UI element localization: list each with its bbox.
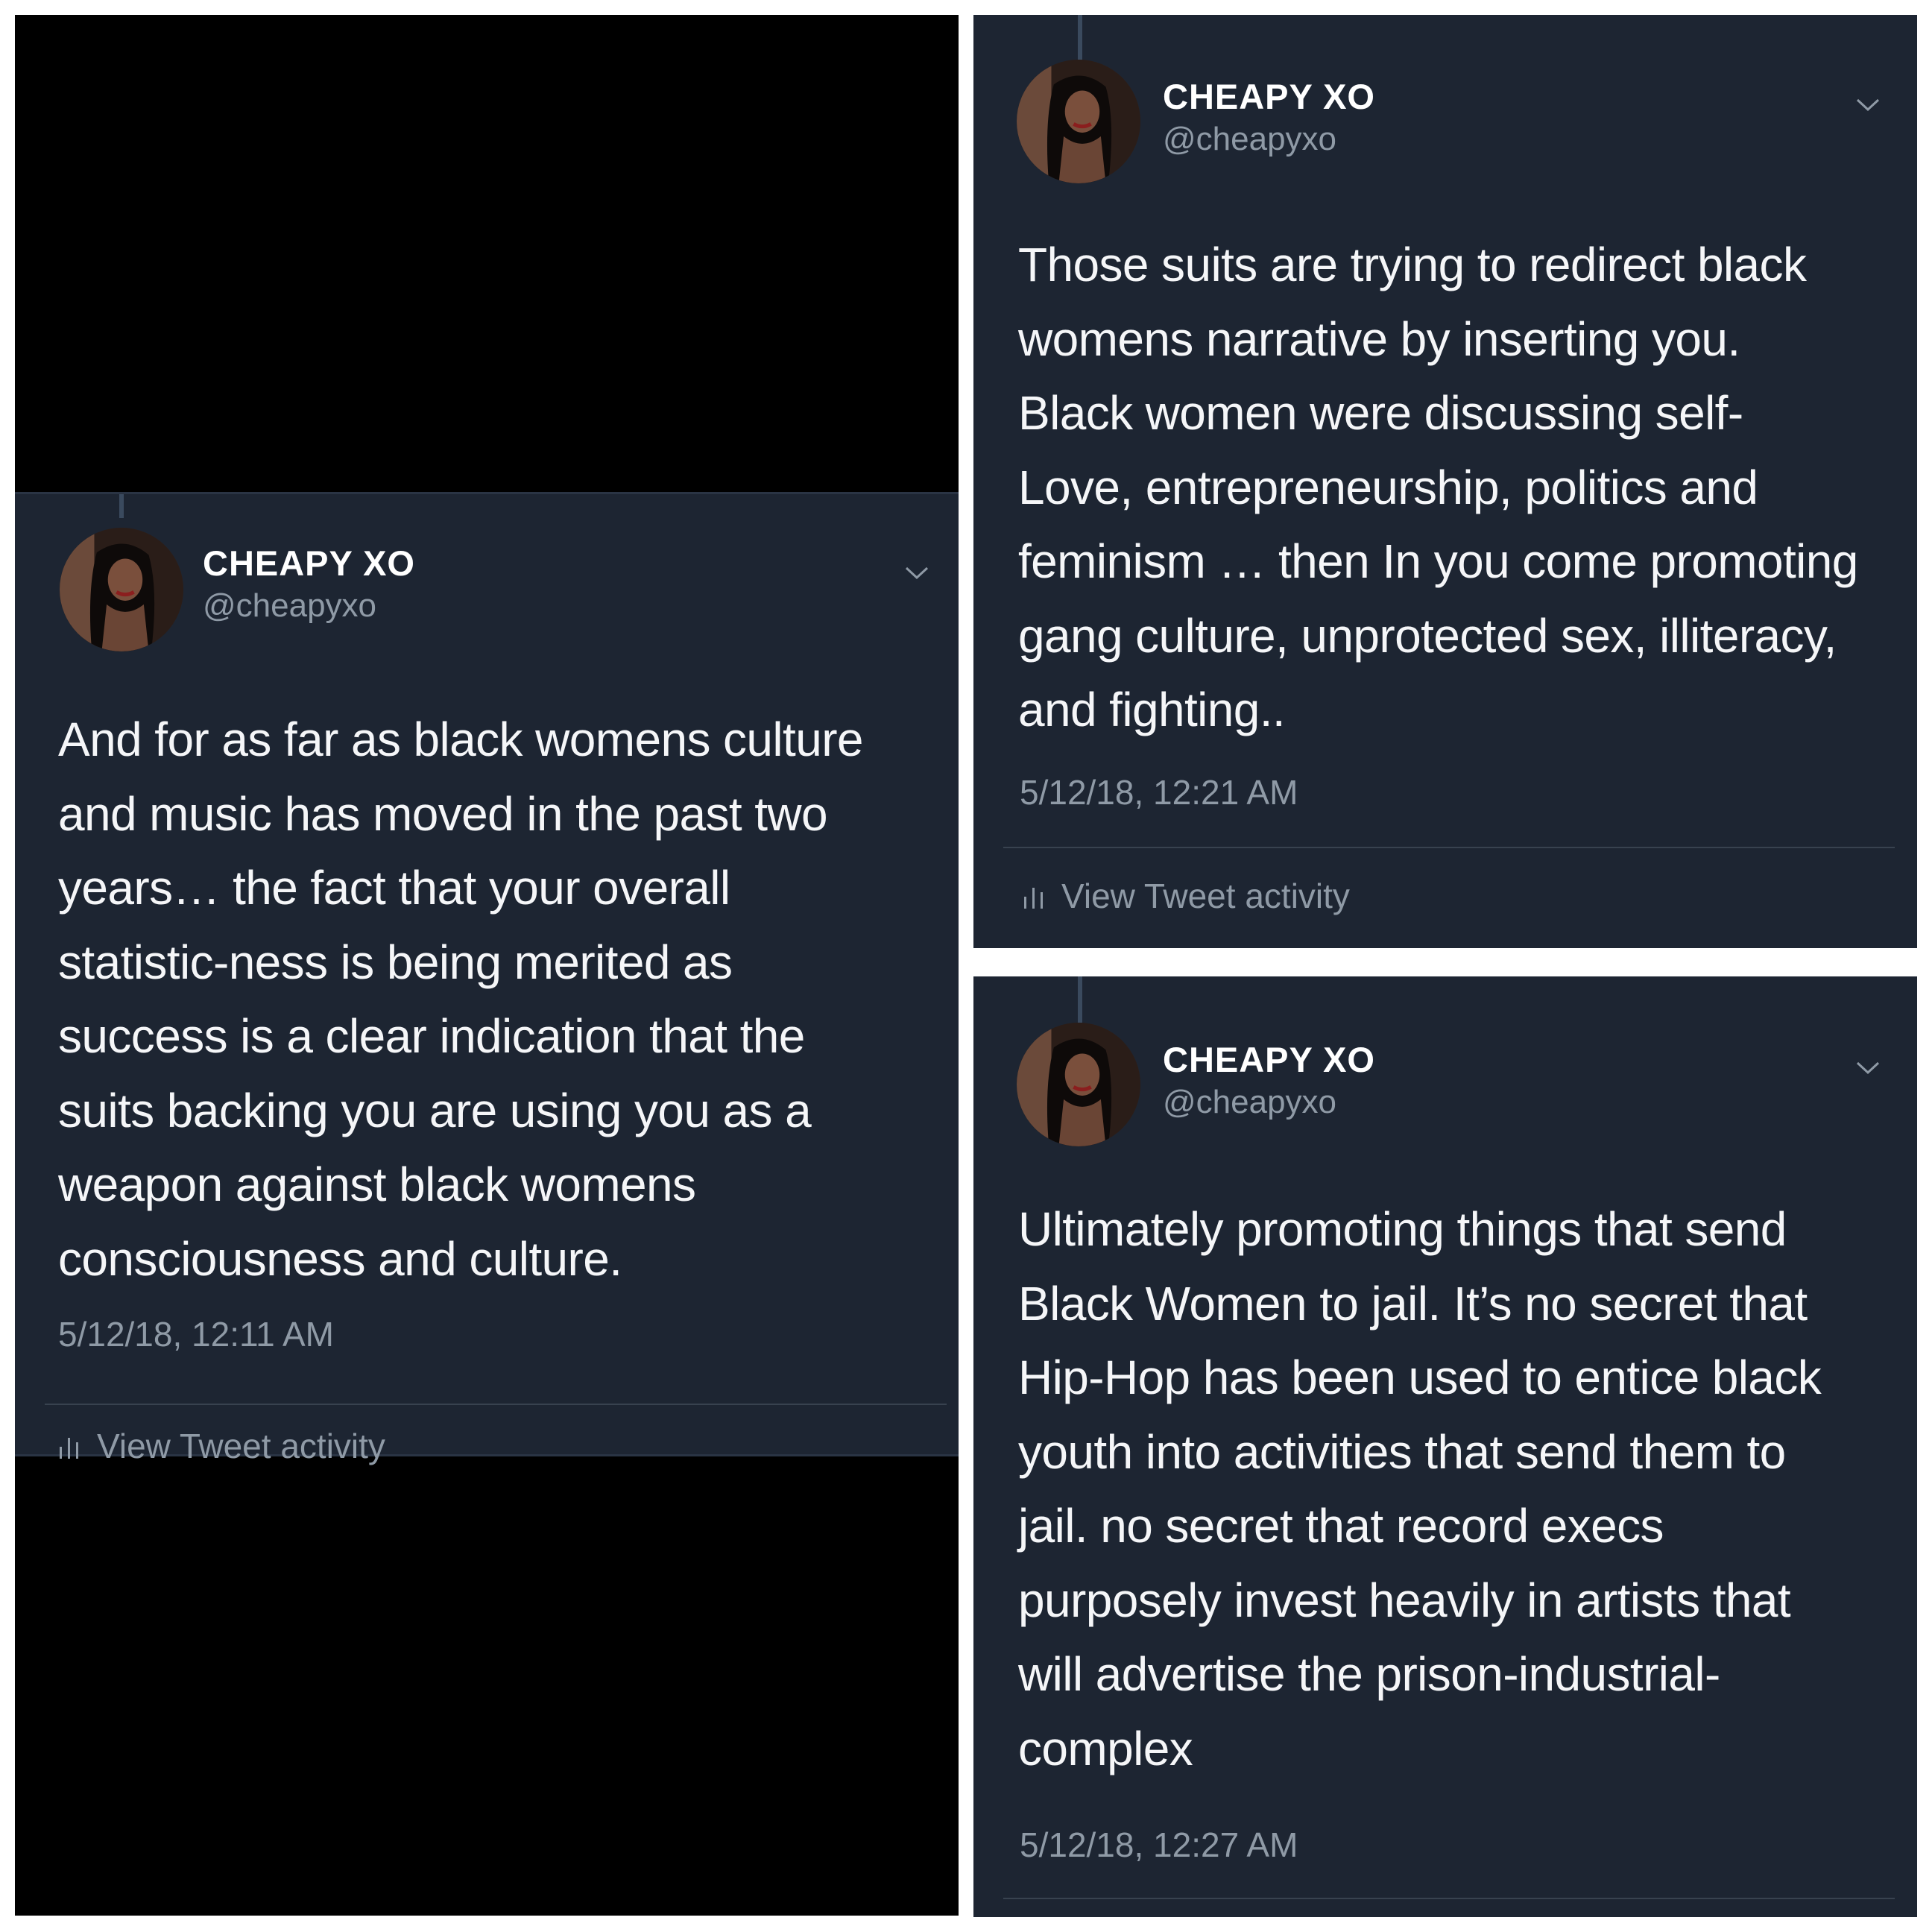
avatar-image: [1017, 1023, 1140, 1146]
thread-connector: [119, 494, 124, 518]
view-tweet-activity-link[interactable]: View Tweet activity: [1023, 876, 1350, 916]
activity-label: View Tweet activity: [97, 1427, 385, 1465]
avatar[interactable]: [1017, 1023, 1140, 1146]
chevron-down-icon[interactable]: [1853, 1052, 1883, 1082]
display-name[interactable]: CHEAPY XO: [203, 543, 415, 584]
bar-chart-icon: [60, 1438, 78, 1459]
chevron-down-icon[interactable]: [1853, 89, 1883, 119]
tweet-timestamp[interactable]: 5/12/18, 12:11 AM: [58, 1314, 334, 1354]
user-handle[interactable]: @cheapyxo: [203, 587, 376, 625]
tweet-timestamp[interactable]: 5/12/18, 12:27 AM: [1020, 1825, 1298, 1865]
display-name[interactable]: CHEAPY XO: [1163, 76, 1375, 117]
avatar-image: [1017, 60, 1140, 183]
view-tweet-activity-link[interactable]: View Tweet activity: [58, 1426, 385, 1466]
avatar[interactable]: [1017, 60, 1140, 183]
tweet-text: Those suits are trying to redirect black…: [1018, 238, 1858, 736]
thread-connector: [1078, 976, 1082, 1029]
tweet-card[interactable]: CHEAPY XO @cheapyxo And for as far as bl…: [15, 492, 959, 1465]
chevron-down-icon[interactable]: [902, 558, 932, 587]
divider: [1003, 1898, 1895, 1899]
bottom-right-screenshot-panel: CHEAPY XO @cheapyxo Ultimately promoting…: [973, 976, 1917, 1917]
tweet-card[interactable]: CHEAPY XO @cheapyxo Those suits are tryi…: [973, 15, 1917, 948]
avatar-image: [60, 528, 183, 651]
user-handle[interactable]: @cheapyxo: [1163, 121, 1336, 158]
user-handle[interactable]: @cheapyxo: [1163, 1084, 1336, 1121]
divider: [45, 1404, 947, 1405]
display-name[interactable]: CHEAPY XO: [1163, 1039, 1375, 1080]
left-screenshot-panel: CHEAPY XO @cheapyxo And for as far as bl…: [15, 15, 959, 1916]
top-right-screenshot-panel: CHEAPY XO @cheapyxo Those suits are tryi…: [973, 15, 1917, 948]
activity-label: View Tweet activity: [1061, 877, 1350, 915]
tweet-timestamp[interactable]: 5/12/18, 12:21 AM: [1020, 772, 1298, 812]
tweet-card[interactable]: CHEAPY XO @cheapyxo Ultimately promoting…: [973, 976, 1917, 1917]
tweet-text: Ultimately promoting things that send Bl…: [1018, 1202, 1822, 1775]
bar-chart-icon: [1024, 888, 1043, 909]
avatar[interactable]: [60, 528, 183, 651]
divider: [1003, 847, 1895, 848]
tweet-text: And for as far as black womens culture a…: [58, 713, 864, 1286]
